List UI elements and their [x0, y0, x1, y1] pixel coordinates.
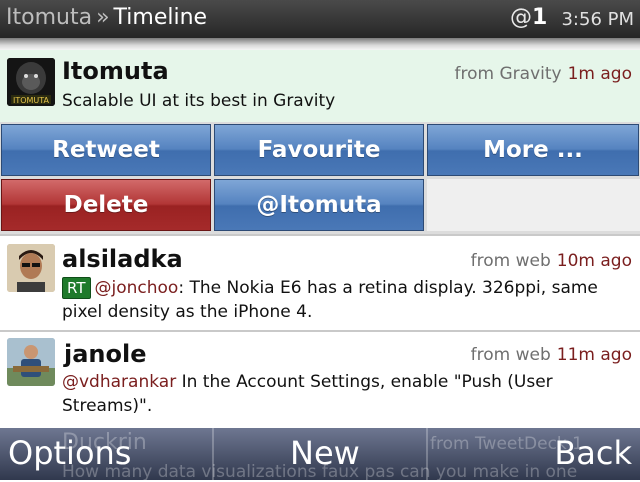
new-softkey[interactable]: New [290, 434, 360, 472]
back-softkey[interactable]: Back [554, 434, 632, 472]
clock: 3:56 PM [561, 9, 634, 30]
mentions-count: 1 [532, 5, 548, 30]
tweet-source: from web [470, 345, 551, 365]
more-button[interactable]: More ... [427, 124, 639, 176]
tweet-meta: from Gravity 1m ago [455, 64, 632, 84]
tweet-actions: Retweet Favourite More ... Delete @Itomu… [0, 122, 640, 234]
empty-button-slot [427, 179, 640, 231]
softkey-bar: Duckrin from TweetDeck 1 How many data v… [0, 428, 640, 482]
breadcrumb: Itomuta» Timeline [6, 5, 207, 30]
tweet-text: Scalable UI at its best in Gravity [62, 91, 336, 111]
breadcrumb-account[interactable]: Itomuta [6, 5, 92, 30]
tweet-user[interactable]: alsiladka [62, 245, 183, 273]
mentions-indicator[interactable]: @1 [510, 5, 547, 30]
mentions-at-icon: @ [510, 5, 532, 30]
page-title: Timeline [113, 5, 208, 30]
softkey-divider [426, 428, 428, 480]
mention-link[interactable]: @jonchoo [95, 278, 179, 298]
tweet-source: from web [470, 251, 551, 271]
tweet-time: 1m ago [567, 64, 632, 84]
tweet-time: 10m ago [556, 251, 632, 271]
avatar-person-icon[interactable] [7, 338, 55, 386]
list-item[interactable]: alsiladka from web 10m ago RT @jonchoo: Th… [0, 236, 640, 330]
breadcrumb-separator: » [96, 5, 110, 30]
reply-button[interactable]: @Itomuta [214, 179, 424, 231]
selected-tweet[interactable]: ITOMUTA Itomuta from Gravity 1m ago Scala… [0, 50, 640, 122]
avatar-caption: ITOMUTA [13, 96, 50, 105]
options-softkey[interactable]: Options [8, 434, 131, 472]
tweet-source: from Gravity [454, 64, 562, 84]
favourite-button[interactable]: Favourite [214, 124, 424, 176]
partial-tweet-source: from TweetDeck [430, 434, 567, 454]
softkey-divider [212, 428, 214, 480]
tweet-meta: from web 10m ago [471, 251, 632, 271]
delete-button[interactable]: Delete [1, 179, 211, 231]
tweet-text: RT @jonchoo: The Nokia E6 has a retina di… [62, 276, 632, 324]
retweet-button[interactable]: Retweet [1, 124, 211, 176]
status-bar: Itomuta» Timeline @1 3:56 PM [0, 0, 640, 38]
tweet-user[interactable]: janole [64, 340, 147, 368]
tweet-user[interactable]: Itomuta [62, 57, 169, 85]
avatar-gorilla-icon[interactable]: ITOMUTA [7, 58, 55, 106]
list-item[interactable]: janole from web 11m ago @vdharankar In th… [0, 332, 640, 426]
tweet-meta: from web 11m ago [471, 345, 632, 365]
tweet-text: @vdharankar In the Account Settings, ena… [62, 370, 632, 418]
header-shadow [0, 38, 640, 50]
mention-link[interactable]: @vdharankar [62, 372, 176, 392]
tweet-time: 11m ago [556, 345, 632, 365]
avatar-person-icon[interactable] [7, 244, 55, 292]
retweet-badge: RT [62, 277, 91, 299]
